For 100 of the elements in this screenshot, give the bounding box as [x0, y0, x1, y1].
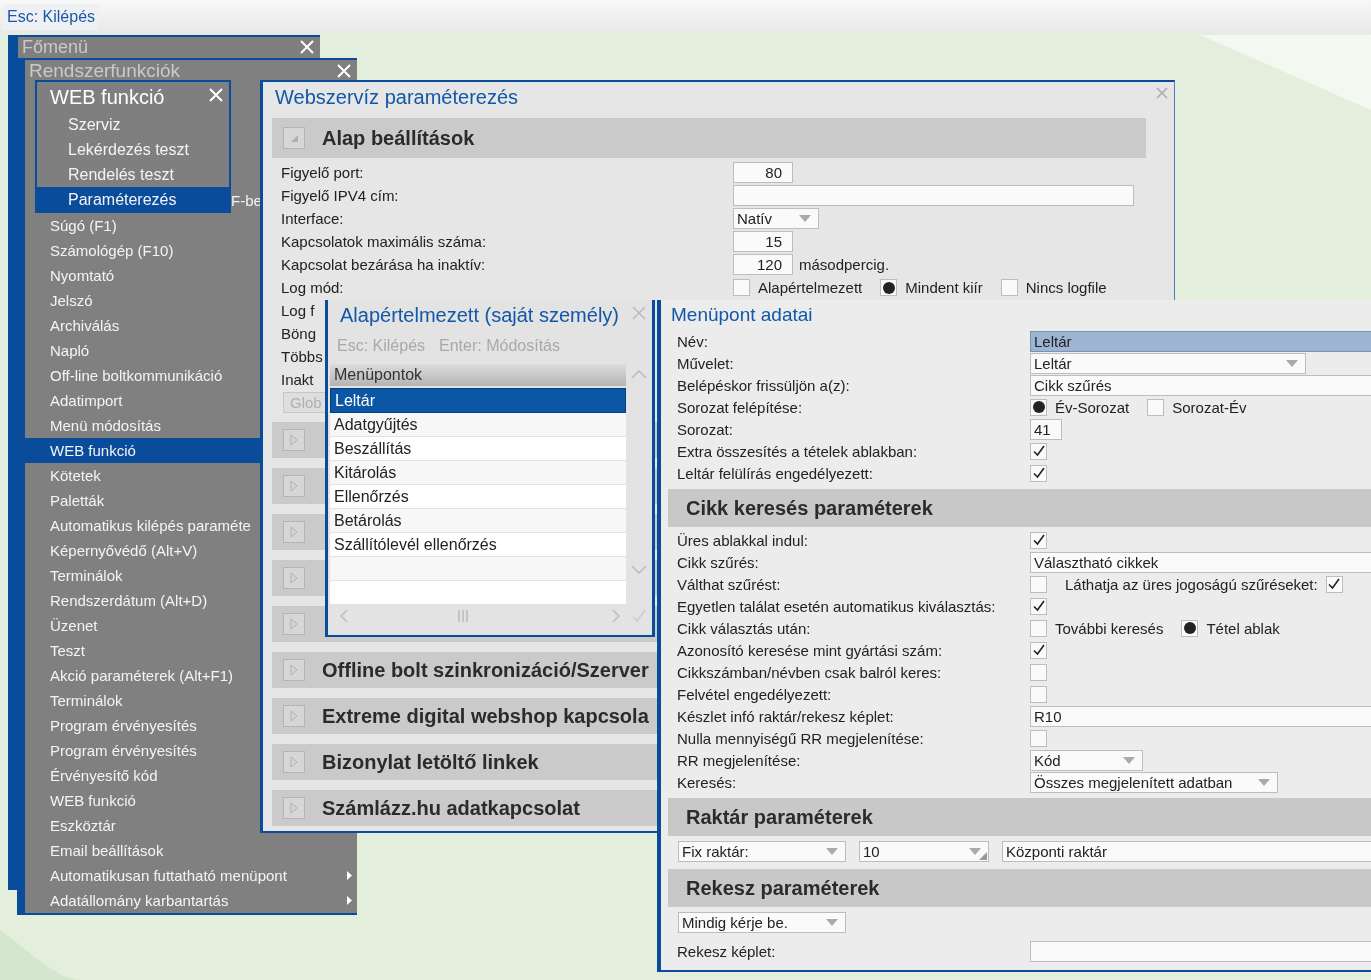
- checkbox[interactable]: [1030, 442, 1047, 460]
- checkbox[interactable]: [1325, 575, 1343, 593]
- radio-button[interactable]: [880, 279, 898, 296]
- input-field[interactable]: R10: [1030, 705, 1371, 727]
- dropdown[interactable]: Kód: [1030, 749, 1143, 771]
- menu-item[interactable]: Adatállomány karbantartás: [25, 888, 357, 913]
- dropdown[interactable]: 10: [859, 841, 989, 862]
- option-label: Sorozat-Év: [1172, 398, 1247, 416]
- checkbox[interactable]: [1030, 597, 1047, 615]
- field-label: Cikkszámban/névben csak balról keres:: [677, 663, 942, 681]
- field-label: Figyelő IPV4 cím:: [281, 187, 399, 204]
- field-label: Készlet infó raktár/rekesz képlet:: [677, 707, 894, 725]
- radio-button[interactable]: [1181, 619, 1199, 637]
- checkbox[interactable]: [1030, 575, 1047, 593]
- menu-item[interactable]: Lekérdezés teszt: [37, 137, 229, 162]
- field-label: Művelet:: [677, 354, 734, 372]
- checkbox[interactable]: [1030, 729, 1047, 747]
- input-field[interactable]: Cikk szűrés: [1030, 374, 1371, 396]
- list-item[interactable]: Beszállítás: [330, 437, 627, 461]
- expand-icon[interactable]: [283, 475, 305, 497]
- radio-button[interactable]: [1030, 398, 1047, 416]
- shortcut-hint: Enter: Módosítás: [439, 337, 560, 355]
- menu-item[interactable]: Szerviz: [37, 112, 229, 137]
- field-label: Figyelő port:: [281, 164, 364, 181]
- scroll-left-icon[interactable]: [340, 609, 348, 623]
- list-item[interactable]: Adatgyűjtés: [330, 413, 627, 437]
- field-label: Egyetlen találat esetén automatikus kiválasztás:: [677, 597, 996, 615]
- input-field[interactable]: [1030, 940, 1371, 962]
- collapse-icon[interactable]: [283, 127, 305, 149]
- window-title: Menüpont adatai: [671, 304, 813, 325]
- dropdown[interactable]: Összes megjelenített adatban: [1030, 771, 1278, 793]
- scroll-down-icon[interactable]: [631, 565, 648, 574]
- option-label: Tétel ablak: [1206, 619, 1280, 637]
- dropdown[interactable]: Mindig kérje be.: [678, 912, 846, 933]
- list-item[interactable]: Ellenőrzés: [330, 485, 627, 509]
- field-label: Többs: [281, 348, 323, 365]
- expand-icon[interactable]: [283, 521, 305, 543]
- menu-item[interactable]: Rendelés teszt: [37, 162, 229, 187]
- dropdown[interactable]: Leltár: [1030, 352, 1306, 374]
- expand-icon[interactable]: [283, 751, 305, 773]
- dropdown[interactable]: Fix raktár:: [678, 841, 846, 862]
- input-field[interactable]: 41: [1030, 418, 1062, 440]
- window-title: WEB funkció: [50, 86, 165, 108]
- section-header: Raktár paraméterek: [668, 798, 1371, 836]
- checkbox[interactable]: [1030, 663, 1047, 681]
- expand-icon[interactable]: [283, 659, 305, 681]
- field-label: Felvétel engedélyezett:: [677, 685, 832, 703]
- field-label: Log mód:: [281, 279, 344, 296]
- field-label: Név:: [677, 332, 708, 350]
- checkbox[interactable]: [1147, 398, 1165, 416]
- field-label: Leltár felülírás engedélyezett:: [677, 464, 873, 482]
- expand-icon[interactable]: [283, 797, 305, 819]
- field-label: Interface:: [281, 210, 344, 227]
- resize-grip-icon: [979, 852, 987, 860]
- expand-icon[interactable]: [283, 429, 305, 451]
- checkbox[interactable]: [1030, 619, 1047, 637]
- input-field[interactable]: 15: [733, 231, 793, 252]
- checkbox[interactable]: [1030, 641, 1047, 659]
- field-label: Keresés:: [677, 773, 737, 791]
- menu-item[interactable]: Email beállítások: [25, 838, 357, 863]
- list-item[interactable]: Kitárolás: [330, 461, 627, 485]
- scroll-up-icon[interactable]: [631, 370, 648, 379]
- list-item[interactable]: Szállítólevél ellenőrzés: [330, 533, 627, 557]
- option-label: Mindent kiír: [905, 279, 983, 296]
- section-header: Rekesz paraméterek: [668, 869, 1371, 907]
- window-title: Főmenü: [22, 37, 89, 57]
- shortcut-hint[interactable]: Esc: Kilépés: [3, 3, 100, 30]
- input-field[interactable]: Központi raktár: [1002, 841, 1371, 862]
- expand-icon[interactable]: [283, 705, 305, 727]
- checkbox[interactable]: [1030, 685, 1047, 703]
- input-field[interactable]: [733, 185, 1134, 206]
- expand-icon[interactable]: [283, 567, 305, 589]
- list-item[interactable]: Leltár: [330, 388, 627, 413]
- input-field[interactable]: Választható cikkek: [1030, 551, 1371, 573]
- checkbox[interactable]: [733, 279, 750, 296]
- caret-icon: [1258, 778, 1270, 786]
- menu-item[interactable]: Paraméterezés: [37, 187, 229, 212]
- dropdown[interactable]: Natív: [733, 208, 819, 229]
- field-label: Belépéskor frissüljön a(z):: [677, 376, 850, 394]
- checkbox[interactable]: [1030, 531, 1047, 549]
- input-field[interactable]: 80: [733, 162, 793, 183]
- field-label: Nulla mennyiségű RR megjelenítése:: [677, 729, 924, 747]
- option-label: Alapértelmezett: [758, 279, 863, 296]
- section-header: Cikk keresés paraméterek: [668, 489, 1371, 527]
- checkbox[interactable]: [1030, 464, 1047, 482]
- scroll-thumb-icon[interactable]: [458, 610, 468, 622]
- close-icon[interactable]: [1156, 87, 1168, 99]
- column-header: Menüpontok: [330, 364, 627, 386]
- caret-icon: [1286, 359, 1298, 367]
- scroll-right-icon[interactable]: [612, 609, 620, 623]
- expand-icon[interactable]: [283, 613, 305, 635]
- list-item[interactable]: Betárolás: [330, 509, 627, 533]
- input-field[interactable]: Leltár: [1030, 330, 1371, 352]
- section-header[interactable]: Alap beállítások: [272, 118, 1146, 158]
- input-field[interactable]: 120: [733, 254, 793, 275]
- option-label: Év-Sorozat: [1055, 398, 1130, 416]
- window-title: Rendszerfunkciók: [29, 60, 181, 81]
- checkbox[interactable]: [1000, 279, 1018, 296]
- menu-item[interactable]: Automatikusan futtatható menüpont: [25, 863, 357, 888]
- option-label: Nincs logfile: [1025, 279, 1107, 296]
